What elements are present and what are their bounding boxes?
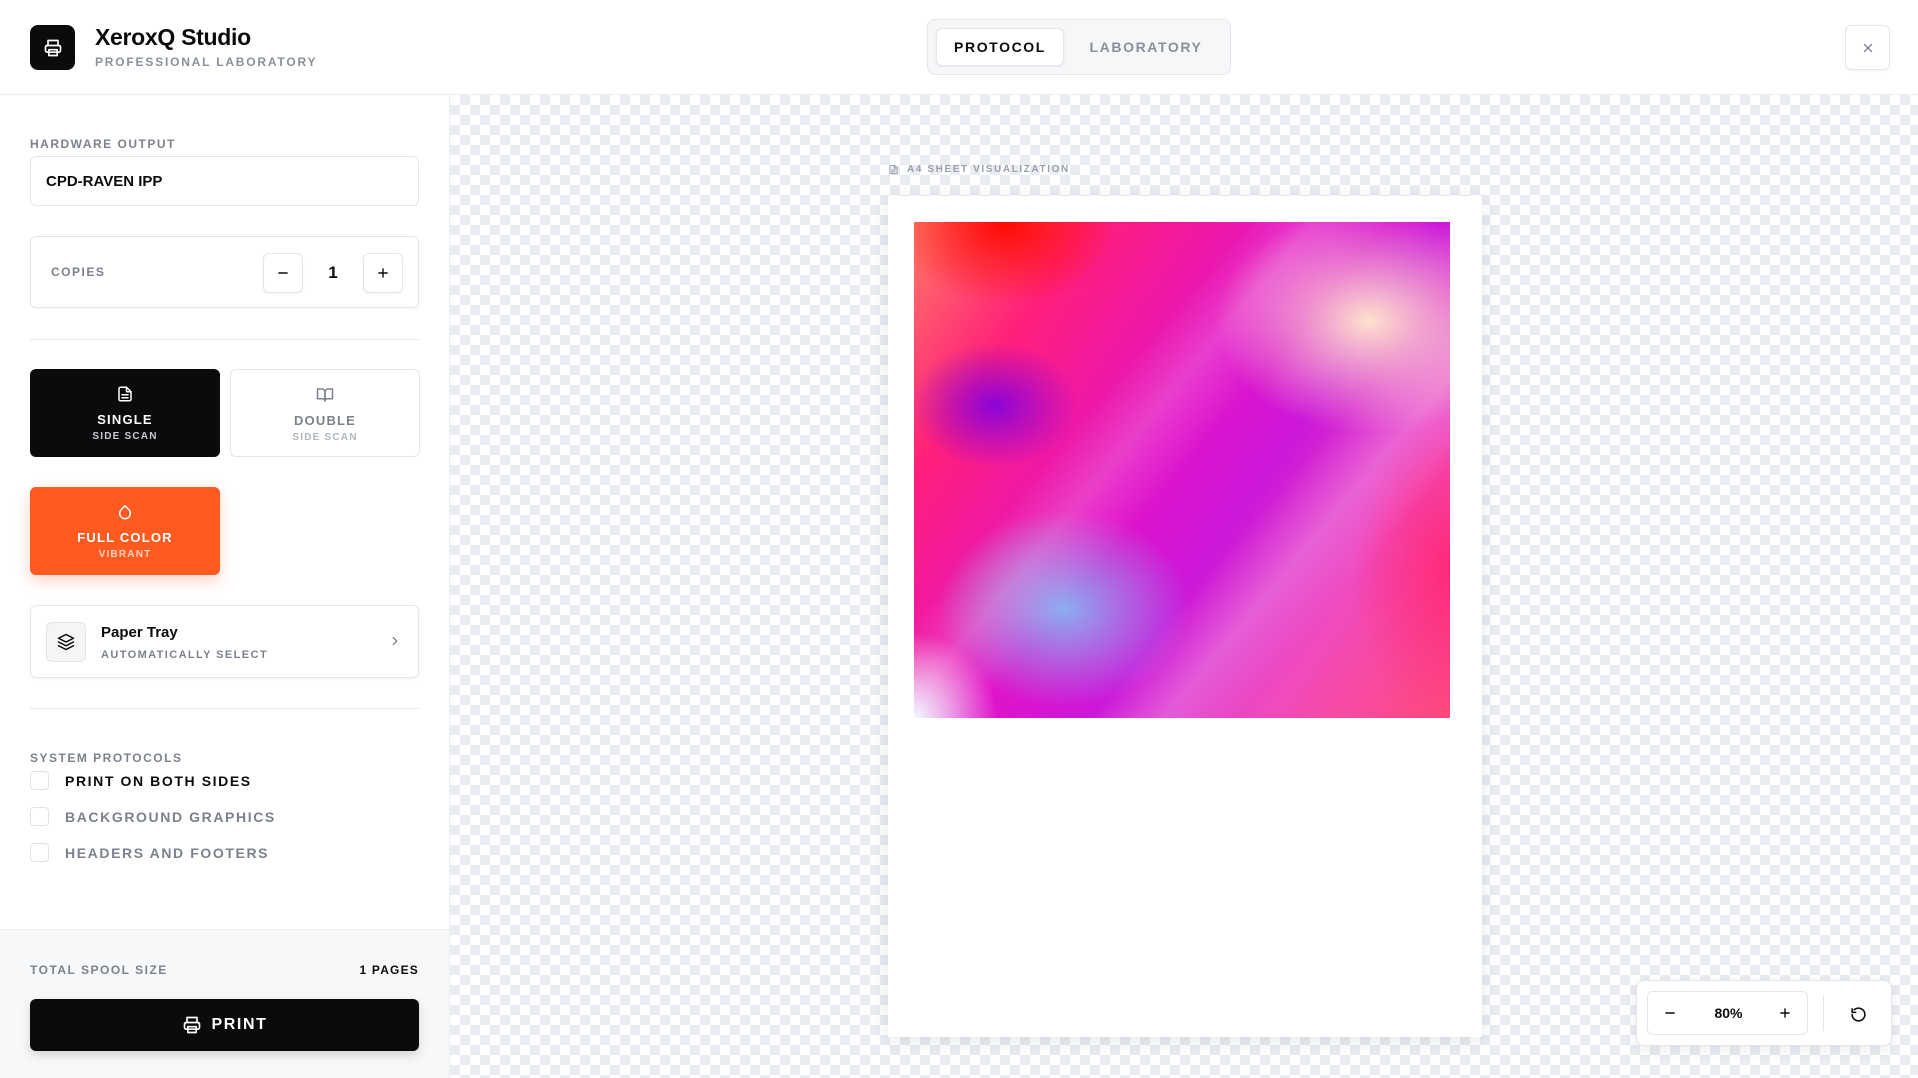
spool-size-label: TOTAL SPOOL SIZE <box>30 963 168 977</box>
headers-footers-label: HEADERS AND FOOTERS <box>65 844 270 861</box>
printer-logo-icon <box>30 25 75 70</box>
close-button[interactable] <box>1845 25 1890 70</box>
single-title: SINGLE <box>97 412 153 427</box>
copies-value: 1 <box>328 263 338 282</box>
paper-tray-subtitle: AUTOMATICALLY SELECT <box>101 649 268 661</box>
preview-canvas: A4 SHEET VISUALIZATION 80% <box>450 95 1918 1078</box>
single-subtitle: SIDE SCAN <box>92 431 158 442</box>
background-graphics-label: BACKGROUND GRAPHICS <box>65 808 276 825</box>
paper-tray-title: Paper Tray <box>101 624 178 641</box>
increase-copies-button[interactable] <box>363 253 403 293</box>
full-color-title: FULL COLOR <box>77 530 173 545</box>
gradient-artwork-image <box>914 222 1450 718</box>
full-color-subtitle: VIBRANT <box>98 549 152 560</box>
copies-label: COPIES <box>51 265 106 279</box>
plus-icon <box>1780 1008 1790 1018</box>
headers-footers-option[interactable]: HEADERS AND FOOTERS <box>30 843 269 862</box>
decrease-copies-button[interactable] <box>263 253 303 293</box>
spool-size-value: 1 PAGES <box>359 963 419 977</box>
sheet-visualization-label: A4 SHEET VISUALIZATION <box>888 163 1070 176</box>
tab-bar: PROTOCOL LABORATORY <box>927 19 1231 75</box>
zoom-in-button[interactable] <box>1763 992 1807 1034</box>
close-icon <box>1863 43 1872 52</box>
zoom-level: 80% <box>1714 1005 1743 1021</box>
headers-footers-checkbox[interactable] <box>30 843 49 862</box>
background-graphics-option[interactable]: BACKGROUND GRAPHICS <box>30 807 276 826</box>
zoom-controls: 80% <box>1636 980 1892 1046</box>
plus-icon <box>378 268 388 278</box>
system-protocols-label: SYSTEM PROTOCOLS <box>30 751 183 765</box>
minus-icon <box>1665 1012 1675 1014</box>
tab-protocol[interactable]: PROTOCOL <box>936 28 1064 66</box>
divider <box>1823 995 1824 1031</box>
app-subtitle: PROFESSIONAL LABORATORY <box>95 55 318 69</box>
print-both-sides-option[interactable]: PRINT ON BOTH SIDES <box>30 771 252 790</box>
printer-icon <box>183 1016 200 1034</box>
chevron-right-icon <box>392 636 398 646</box>
hardware-output-field[interactable] <box>30 156 419 206</box>
zoom-out-button[interactable] <box>1648 992 1692 1034</box>
app-header: XeroxQ Studio PROFESSIONAL LABORATORY PR… <box>0 0 1918 95</box>
background-graphics-checkbox[interactable] <box>30 807 49 826</box>
double-side-scan-option[interactable]: DOUBLE SIDE SCAN <box>230 369 420 457</box>
full-color-option[interactable]: FULL COLOR VIBRANT <box>30 487 220 575</box>
reset-zoom-button[interactable] <box>1837 993 1879 1035</box>
layers-icon <box>46 622 86 662</box>
document-icon <box>118 386 132 402</box>
zoom-group: 80% <box>1647 991 1808 1035</box>
minus-icon <box>278 272 288 274</box>
divider <box>30 708 419 709</box>
single-side-scan-option[interactable]: SINGLE SIDE SCAN <box>30 369 220 457</box>
double-title: DOUBLE <box>293 413 357 428</box>
print-both-sides-label: PRINT ON BOTH SIDES <box>65 772 252 789</box>
double-subtitle: SIDE SCAN <box>292 432 358 443</box>
divider <box>30 339 419 340</box>
file-icon <box>889 164 898 175</box>
print-button[interactable]: PRINT <box>30 999 419 1051</box>
copies-card: COPIES 1 <box>30 236 419 308</box>
book-icon <box>316 388 334 402</box>
print-button-label: PRINT <box>211 1016 268 1033</box>
a4-sheet-preview <box>888 196 1482 1037</box>
app-title: XeroxQ Studio <box>95 24 251 50</box>
print-both-sides-checkbox[interactable] <box>30 771 49 790</box>
settings-sidebar: HARDWARE OUTPUT COPIES 1 SINGLE SIDE SCA… <box>0 95 450 1078</box>
tab-laboratory[interactable]: LABORATORY <box>1076 28 1216 66</box>
hardware-output-label: HARDWARE OUTPUT <box>30 137 176 151</box>
viz-label-text: A4 SHEET VISUALIZATION <box>907 164 1070 175</box>
droplet-icon <box>119 505 132 520</box>
rotate-ccw-icon <box>1850 1006 1866 1022</box>
paper-tray-selector[interactable]: Paper Tray AUTOMATICALLY SELECT <box>30 605 419 678</box>
